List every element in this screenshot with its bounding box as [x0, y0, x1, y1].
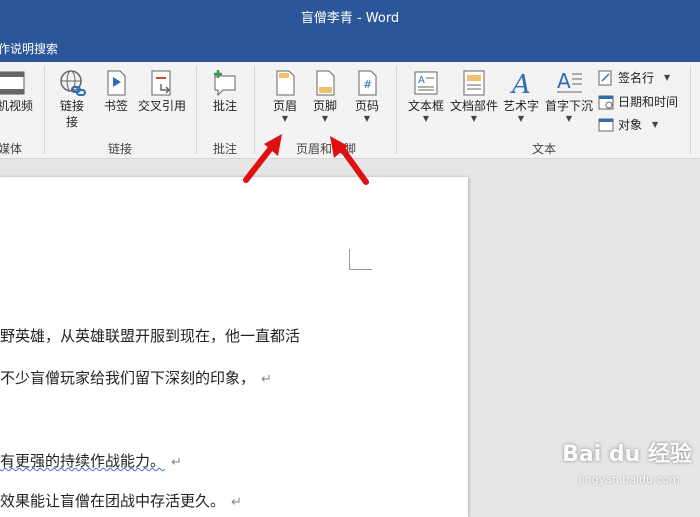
footer-icon: [316, 70, 335, 96]
media-group-label: 媒体: [0, 142, 23, 156]
link-label: 链接: [59, 99, 84, 113]
online-video-label: 机视频: [0, 99, 33, 113]
svg-text:A: A: [557, 69, 571, 93]
line-2-text: 不少盲僧玩家给我们留下深刻的印象，: [0, 369, 256, 387]
chevron-down-icon: ▼: [422, 114, 430, 123]
document-line-1[interactable]: 野英雄，从英雄联盟开服到现在，他一直都活: [0, 325, 300, 346]
bookmark-icon: [107, 70, 126, 96]
page-number-button[interactable]: # 页码 ▼: [348, 68, 386, 124]
chevron-down-icon: ▼: [517, 114, 525, 123]
signature-line-label: 签名行: [618, 71, 655, 85]
footer-button[interactable]: 页脚 ▼: [306, 68, 344, 124]
svg-text:A: A: [510, 70, 531, 98]
chevron-down-icon: ▼: [363, 114, 371, 123]
video-icon: [0, 71, 25, 95]
quick-parts-label: 文档部件: [449, 99, 498, 113]
chevron-down-icon: ▼: [321, 114, 329, 123]
object-label: 对象: [618, 118, 643, 132]
textbox-label: 文本框: [407, 99, 444, 113]
line-3-text: 有更强的持续作战能力。: [0, 452, 166, 470]
margin-corner-mark: [349, 249, 372, 270]
group-divider: [254, 66, 255, 154]
drop-cap-label: 首字下沉: [544, 99, 593, 113]
paragraph-mark: ↵: [171, 455, 182, 470]
page-number-label: 页码: [354, 99, 379, 113]
line-1-text: 野英雄，从英雄联盟开服到现在，他一直都活: [0, 327, 301, 345]
watermark-url: jingyan.baidu.com: [578, 473, 680, 486]
bookmark-label: 书签: [103, 99, 128, 113]
tell-me-bar[interactable]: 作说明搜索: [0, 36, 700, 62]
date-time-button[interactable]: 日期和时间: [598, 93, 678, 110]
page-number-icon: #: [358, 70, 377, 96]
header-button[interactable]: 页眉 ▼: [266, 68, 304, 124]
quick-parts-button[interactable]: 文档部件 ▼: [449, 68, 499, 124]
chevron-down-icon: ▼: [470, 114, 478, 123]
window-title: 盲僧李青 - Word: [300, 11, 400, 26]
link-label-2: 接: [65, 115, 78, 129]
chevron-down-icon: ▼: [652, 120, 659, 129]
paragraph-mark: ↵: [231, 495, 242, 510]
document-line-2[interactable]: 不少盲僧玩家给我们留下深刻的印象， ↵: [0, 367, 272, 388]
text-group-label: 文本: [532, 142, 557, 156]
wordart-icon: A: [510, 70, 531, 98]
footer-label: 页脚: [312, 99, 337, 113]
calendar-icon: [598, 95, 614, 109]
comments-group-label: 批注: [213, 142, 238, 156]
object-button[interactable]: 对象 ▼: [598, 116, 658, 133]
wordart-button[interactable]: A 艺术字 ▼: [500, 68, 542, 124]
signature-line-button[interactable]: 签名行 ▼: [598, 69, 670, 86]
chevron-down-icon: ▼: [565, 114, 573, 123]
baidu-watermark: Bai du 经验: [562, 442, 692, 467]
document-line-3[interactable]: 有更强的持续作战能力。 ↵: [0, 450, 182, 471]
line-4-text: 效果能让盲僧在团战中存活更久。: [0, 492, 226, 510]
header-icon: [276, 70, 295, 96]
textbox-icon: A: [414, 71, 438, 95]
chevron-down-icon: ▼: [664, 73, 671, 82]
quick-parts-icon: [463, 70, 485, 96]
bookmark-button[interactable]: 书签: [98, 68, 134, 114]
header-label: 页眉: [272, 99, 297, 113]
group-divider: [196, 66, 197, 154]
signature-icon: [598, 70, 612, 85]
online-video-button[interactable]: 机视频: [0, 68, 34, 114]
document-line-4[interactable]: 效果能让盲僧在团战中存活更久。 ↵: [0, 490, 242, 511]
ribbon-insert: 机视频 媒体 链接 接 书签 交叉引用 链接 批注 批注 页眉 ▼ 页脚 ▼ #…: [0, 62, 700, 159]
cross-reference-button[interactable]: 交叉引用: [136, 68, 188, 114]
comment-label: 批注: [212, 99, 237, 113]
wordart-label: 艺术字: [502, 99, 539, 113]
chevron-down-icon: ▼: [281, 114, 289, 123]
links-group-label: 链接: [108, 142, 133, 156]
globe-link-icon: [60, 70, 86, 96]
drop-cap-icon: A: [557, 69, 582, 93]
cross-reference-label: 交叉引用: [137, 99, 186, 113]
header-footer-group-label: 页眉和页脚: [296, 142, 357, 156]
svg-text:A: A: [418, 75, 425, 86]
comment-button[interactable]: 批注: [205, 68, 245, 114]
group-divider: [690, 66, 691, 154]
cross-reference-icon: [151, 70, 171, 96]
paragraph-mark: ↵: [261, 372, 272, 387]
svg-text:#: #: [363, 78, 372, 91]
object-icon: [598, 118, 614, 131]
link-button[interactable]: 链接 接: [52, 68, 92, 130]
textbox-button[interactable]: A 文本框 ▼: [404, 68, 448, 124]
tell-me-search[interactable]: 作说明搜索: [0, 40, 58, 57]
drop-cap-button[interactable]: A 首字下沉 ▼: [544, 68, 594, 124]
group-divider: [396, 66, 397, 154]
title-bar: 盲僧李青 - Word: [0, 0, 700, 36]
date-time-label: 日期和时间: [618, 95, 679, 109]
comment-icon: [214, 70, 236, 97]
group-divider: [44, 66, 45, 154]
